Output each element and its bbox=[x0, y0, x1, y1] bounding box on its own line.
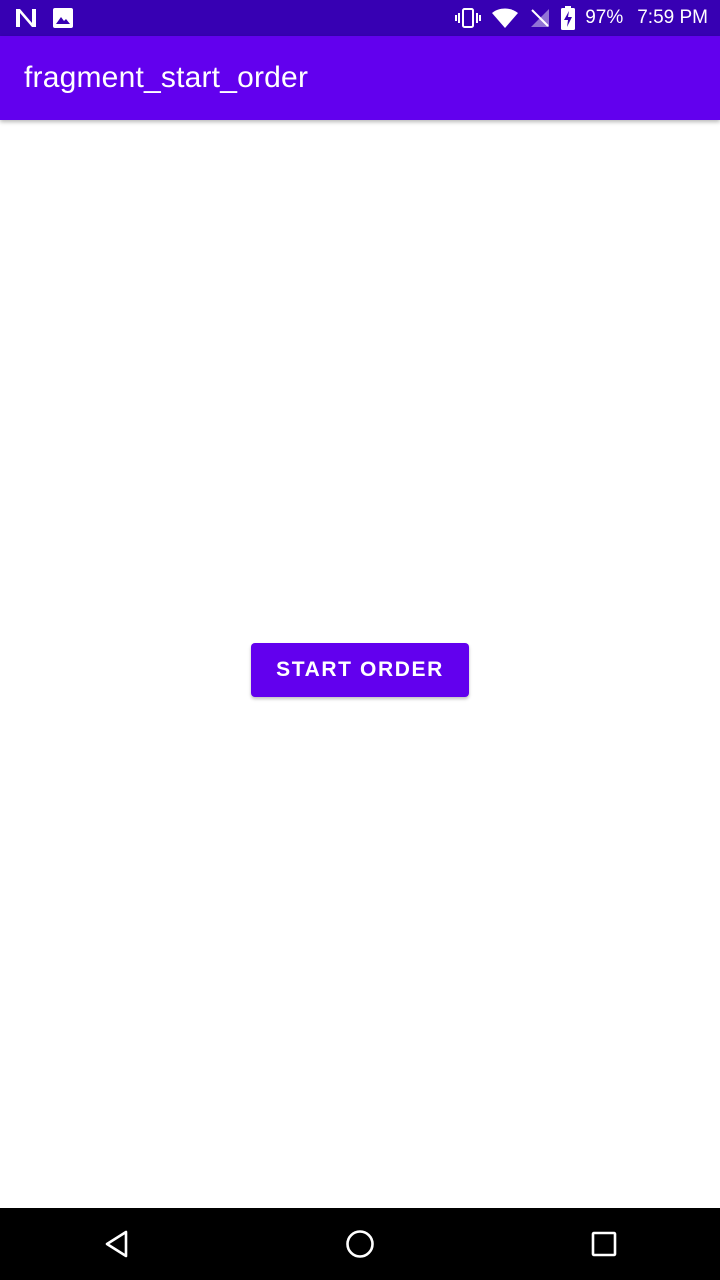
status-right-icons: 97% 7:59 PM bbox=[455, 6, 720, 30]
recents-icon bbox=[590, 1230, 618, 1258]
page-title: fragment_start_order bbox=[24, 61, 309, 94]
image-icon bbox=[52, 7, 74, 29]
wifi-icon bbox=[491, 7, 519, 29]
status-time: 7:59 PM bbox=[637, 7, 708, 28]
status-left-icons bbox=[0, 7, 74, 29]
app-bar: fragment_start_order bbox=[0, 36, 720, 120]
recents-button[interactable] bbox=[544, 1208, 664, 1280]
home-button[interactable] bbox=[300, 1208, 420, 1280]
vibrate-icon bbox=[455, 7, 482, 29]
back-icon bbox=[102, 1229, 132, 1259]
start-order-button[interactable]: START ORDER bbox=[251, 643, 469, 697]
battery-percent: 97% bbox=[585, 7, 624, 28]
notification-n-icon bbox=[14, 7, 38, 29]
navigation-bar bbox=[0, 1208, 720, 1280]
back-button[interactable] bbox=[57, 1208, 177, 1280]
battery-charging-icon bbox=[561, 6, 576, 30]
main-content: START ORDER bbox=[0, 120, 720, 1208]
status-bar: 97% 7:59 PM bbox=[0, 0, 720, 36]
home-icon bbox=[345, 1229, 375, 1259]
no-sim-icon bbox=[529, 7, 551, 29]
